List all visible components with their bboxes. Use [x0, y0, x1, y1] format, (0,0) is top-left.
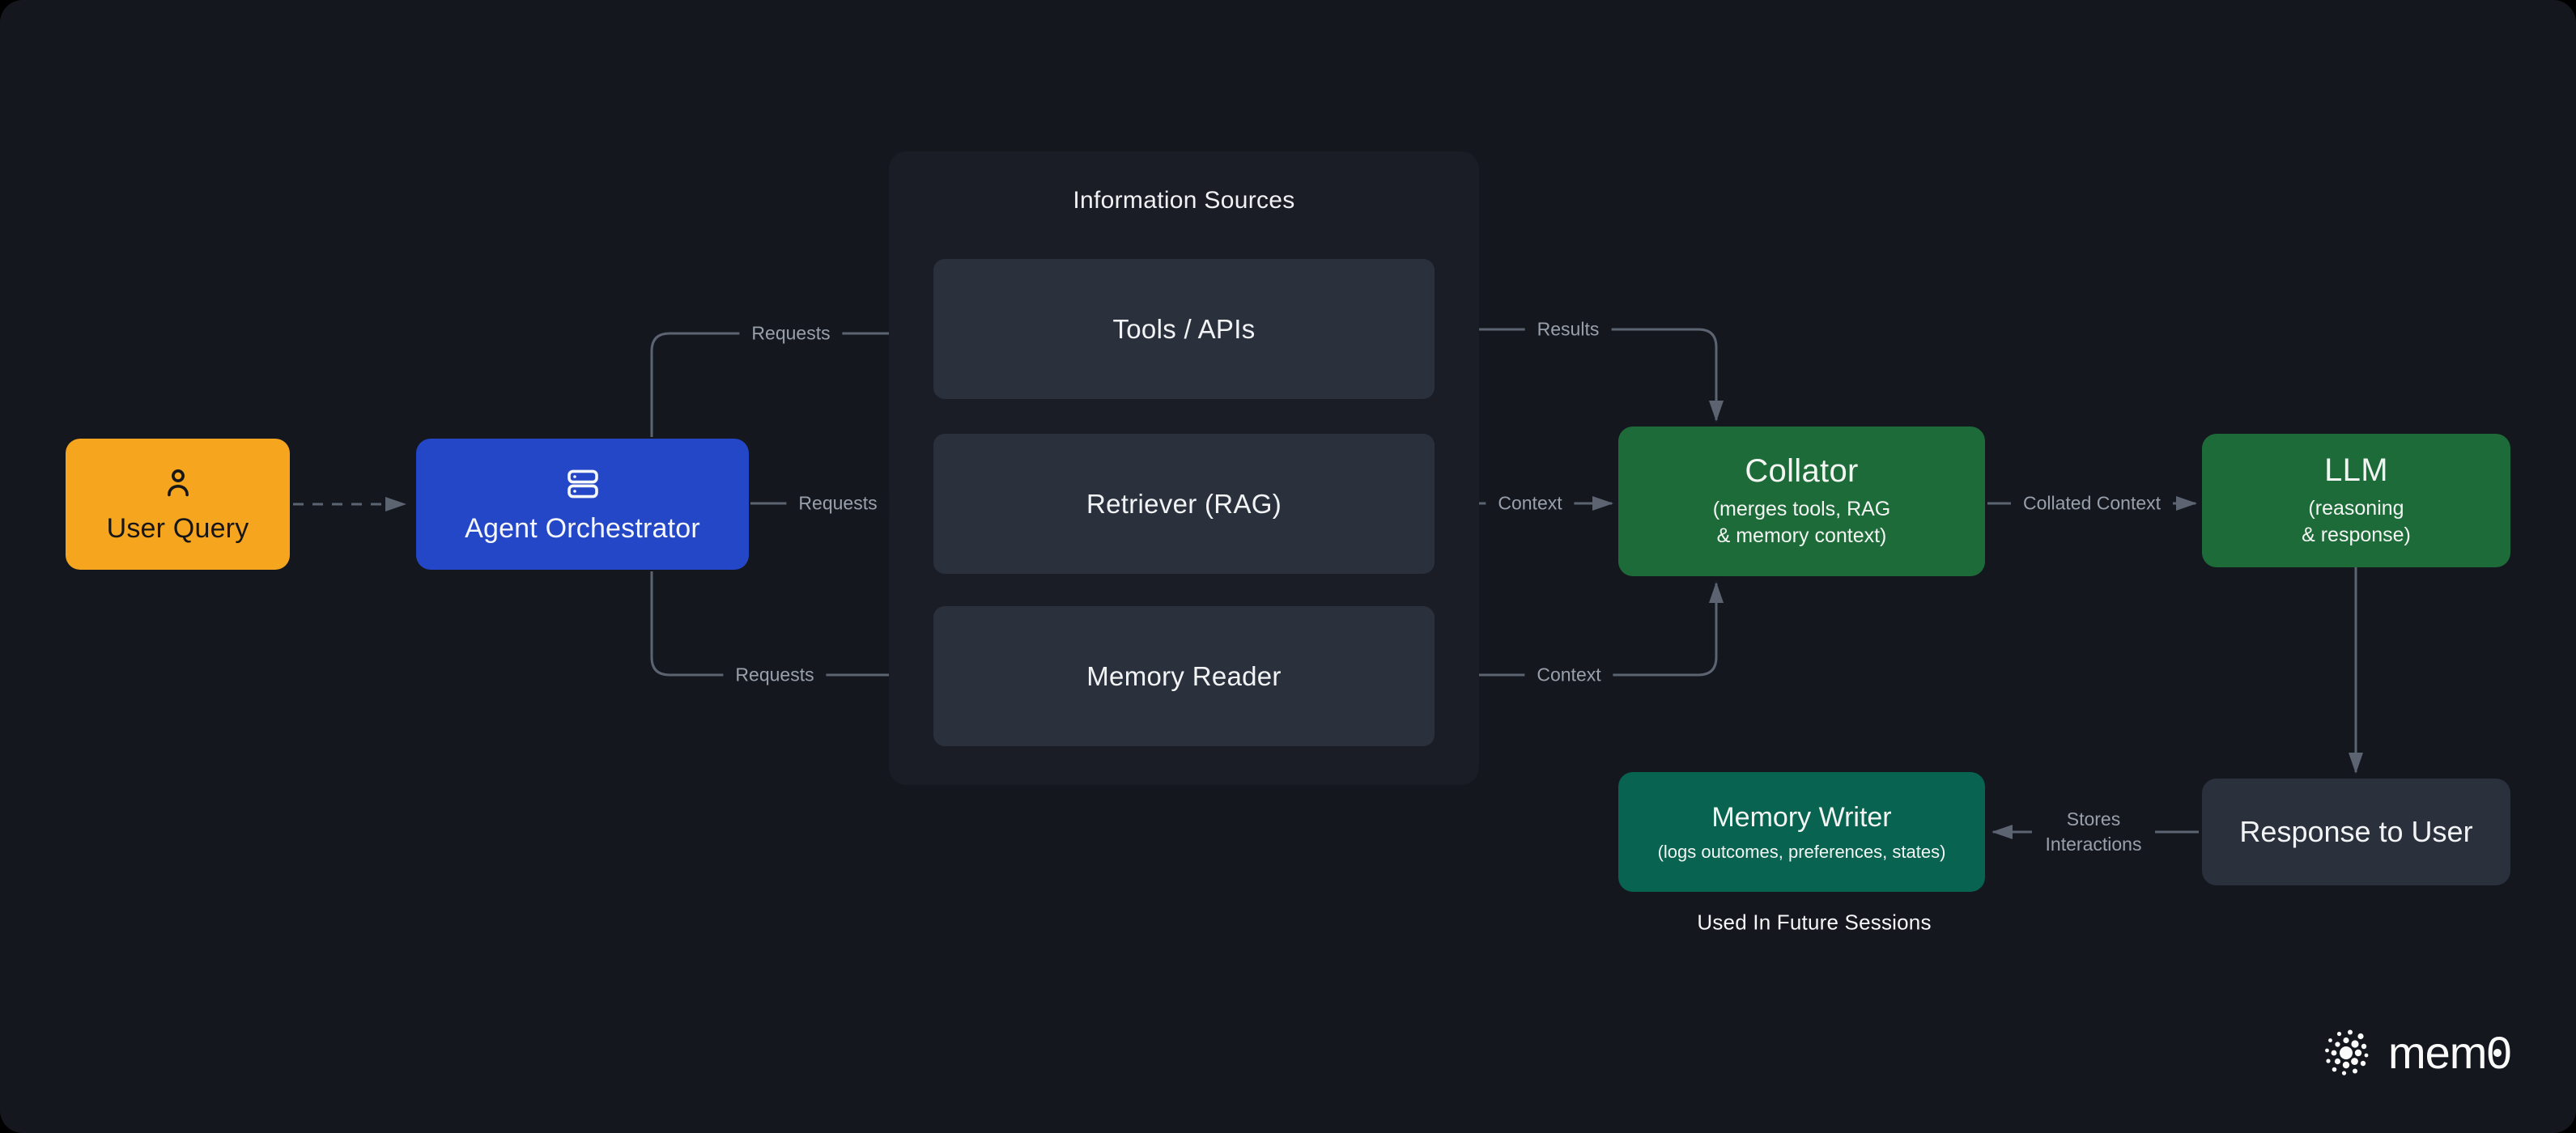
server-stack-icon: [563, 465, 602, 503]
retriever-rag-node: Retriever (RAG): [933, 434, 1435, 574]
used-in-future-sessions-caption: Used In Future Sessions: [1697, 910, 1931, 936]
diagram-canvas: User Query Agent Orchestrator Informatio…: [0, 0, 2576, 1133]
edge-label-context-bottom: Context: [1524, 662, 1613, 689]
llm-node: LLM (reasoning & response): [2202, 434, 2510, 567]
collator-title: Collator: [1745, 453, 1858, 490]
memory-writer-title: Memory Writer: [1711, 802, 1891, 834]
tools-apis-label: Tools / APIs: [1112, 314, 1255, 345]
memory-reader-label: Memory Reader: [1086, 661, 1281, 692]
mem0-mark-icon: [2320, 1026, 2372, 1078]
edge-label-results: Results: [1525, 316, 1612, 343]
mem0-logo: mem0: [2320, 1018, 2511, 1086]
memory-writer-node: Memory Writer (logs outcomes, preference…: [1618, 772, 1985, 892]
collator-subtitle-line1: (merges tools, RAG: [1713, 496, 1891, 523]
llm-subtitle: (reasoning & response): [2302, 495, 2411, 549]
retriever-rag-label: Retriever (RAG): [1086, 489, 1282, 520]
agent-orchestrator-label: Agent Orchestrator: [465, 513, 700, 545]
user-query-label: User Query: [107, 513, 249, 545]
memory-reader-node: Memory Reader: [933, 606, 1435, 746]
agent-orchestrator-node: Agent Orchestrator: [416, 439, 749, 570]
brand-wordmark: mem0: [2388, 1026, 2511, 1079]
edge-label-requests-top: Requests: [739, 320, 842, 347]
edge-label-collated-context: Collated Context: [2011, 490, 2173, 517]
user-query-node: User Query: [66, 439, 290, 570]
edge-label-requests-mid: Requests: [786, 490, 889, 517]
tools-apis-node: Tools / APIs: [933, 259, 1435, 399]
edge-requests-top: [652, 333, 928, 437]
edge-label-context-mid: Context: [1486, 490, 1574, 517]
response-to-user-label: Response to User: [2239, 815, 2472, 849]
information-sources-panel: Information Sources Tools / APIs Retriev…: [889, 151, 1479, 785]
llm-subtitle-line1: (reasoning: [2302, 495, 2411, 522]
brand-wordmark-text: mem0: [2388, 1027, 2511, 1078]
information-sources-title: Information Sources: [889, 187, 1479, 214]
edge-label-stores-interactions: Stores Interactions: [2032, 804, 2155, 859]
edge-requests-bottom: [652, 571, 928, 675]
collator-subtitle: (merges tools, RAG & memory context): [1713, 496, 1891, 550]
person-icon: [159, 465, 197, 502]
collator-subtitle-line2: & memory context): [1713, 523, 1891, 550]
edge-label-requests-bottom: Requests: [723, 662, 826, 689]
memory-writer-subtitle: (logs outcomes, preferences, states): [1658, 842, 1946, 863]
llm-subtitle-line2: & response): [2302, 522, 2411, 549]
collator-node: Collator (merges tools, RAG & memory con…: [1618, 426, 1985, 576]
llm-title: LLM: [2324, 452, 2388, 489]
response-to-user-node: Response to User: [2202, 779, 2510, 885]
